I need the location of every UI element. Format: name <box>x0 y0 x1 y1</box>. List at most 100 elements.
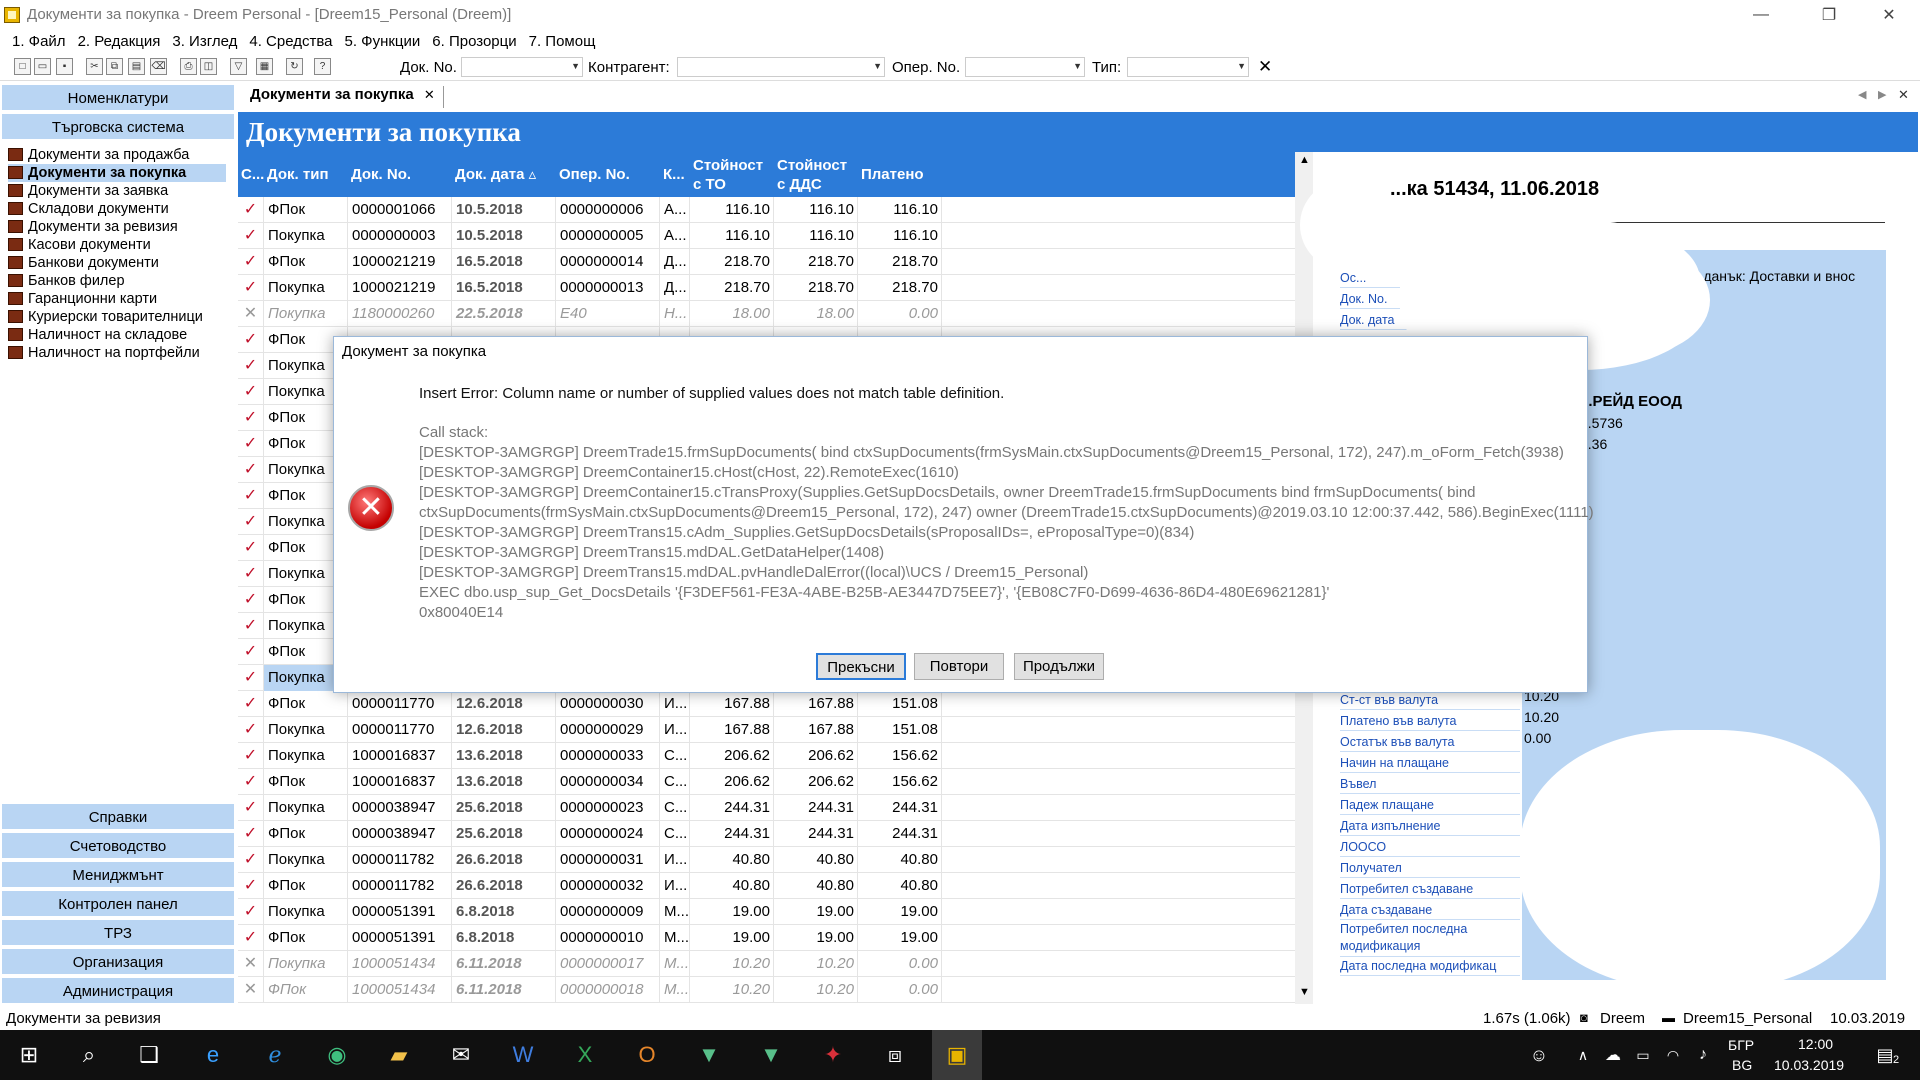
notifications-icon[interactable]: ▤ <box>1860 1030 1910 1080</box>
nav-administration[interactable]: Администрация <box>2 978 234 1005</box>
table-row[interactable]: ✓ ФПок 0000011770 12.6.2018 0000000030 И... 16… <box>238 691 1295 717</box>
table-row[interactable]: ✕ Покупка 1180000260 22.5.2018 E40 Н... 18.00 1… <box>238 301 1295 327</box>
print-icon[interactable]: ⎙ <box>180 58 197 75</box>
menu-tools[interactable]: 4. Средства <box>249 33 332 50</box>
menu-functions[interactable]: 5. Функции <box>345 33 421 50</box>
people-icon[interactable]: ☺ <box>1514 1030 1564 1080</box>
refresh-icon[interactable]: ↻ <box>286 58 303 75</box>
nav-nomenclatures[interactable]: Номенклатури <box>2 85 234 112</box>
store-icon[interactable]: ⧈ <box>870 1030 920 1080</box>
nav-list-item[interactable]: Наличност на складове <box>8 326 187 344</box>
open-icon[interactable]: ▭ <box>34 58 51 75</box>
language-indicator[interactable]: БГР <box>1728 1037 1754 1053</box>
edge-browser-icon[interactable]: e <box>188 1030 238 1080</box>
nav-accounting[interactable]: Счетоводство <box>2 833 234 860</box>
nav-list-item[interactable]: Банкови документи <box>8 254 159 272</box>
table-row[interactable]: ✓ Покупка 0000011782 26.6.2018 0000000031 И..… <box>238 847 1295 873</box>
table-row[interactable]: ✓ ФПок 1000021219 16.5.2018 0000000014 Д... 21… <box>238 249 1295 275</box>
type-combo[interactable]: ▼ <box>1127 57 1249 77</box>
mail-icon[interactable]: ✉ <box>436 1030 486 1080</box>
tab-close-all-icon[interactable]: ✕ <box>1898 87 1909 103</box>
nav-list-item[interactable]: Документи за заявка <box>8 182 168 200</box>
table-row[interactable]: ✓ Покупка 0000038947 25.6.2018 0000000023 С..… <box>238 795 1295 821</box>
nav-payroll[interactable]: ТРЗ <box>2 920 234 947</box>
app-shortcut-icon[interactable]: ▼ <box>684 1030 734 1080</box>
clock-date[interactable]: 10.03.2019 <box>1774 1057 1844 1073</box>
nav-control-panel[interactable]: Контролен панел <box>2 891 234 918</box>
oper-no-combo[interactable]: ▼ <box>965 57 1085 77</box>
app-shortcut-icon[interactable]: ▼ <box>746 1030 796 1080</box>
table-row[interactable]: ✓ ФПок 1000016837 13.6.2018 0000000034 С... 20… <box>238 769 1295 795</box>
nav-organization[interactable]: Организация <box>2 949 234 976</box>
preview-icon[interactable]: ◫ <box>200 58 217 75</box>
col-status[interactable]: С... <box>238 152 264 197</box>
minimize-button[interactable]: — <box>1738 0 1784 30</box>
windows-start-icon[interactable]: ⊞ <box>4 1030 54 1080</box>
col-value-to[interactable]: Стойност с ТО <box>690 152 774 197</box>
abort-button[interactable]: Прекъсни <box>816 653 906 680</box>
new-icon[interactable]: □ <box>14 58 31 75</box>
retry-button[interactable]: Повтори <box>914 653 1004 680</box>
copy-icon[interactable]: ⧉ <box>106 58 123 75</box>
clock-time[interactable]: 12:00 <box>1798 1036 1833 1052</box>
nav-trade-system[interactable]: Търговска система <box>2 114 234 141</box>
nav-list-item[interactable]: Складови документи <box>8 200 169 218</box>
excel-icon[interactable]: X <box>560 1030 610 1080</box>
nav-reports[interactable]: Справки <box>2 804 234 831</box>
nav-list-item[interactable]: Документи за продажба <box>8 146 189 164</box>
table-row[interactable]: ✓ Покупка 0000051391 6.8.2018 0000000009 М...… <box>238 899 1295 925</box>
menu-edit[interactable]: 2. Редакция <box>78 33 161 50</box>
tab-purchase-documents[interactable]: Документи за покупка ✕ <box>250 86 444 108</box>
word-icon[interactable]: W <box>498 1030 548 1080</box>
nav-list-item[interactable]: Гаранционни карти <box>8 290 157 308</box>
scroll-up-icon[interactable]: ▲ <box>1299 154 1310 166</box>
nav-list-item[interactable]: Куриерски товарителници <box>8 308 203 326</box>
app-shortcut-icon[interactable]: ✦ <box>808 1030 858 1080</box>
table-row[interactable]: ✓ ФПок 0000051391 6.8.2018 0000000010 М... 19.… <box>238 925 1295 951</box>
menu-help[interactable]: 7. Помощ <box>529 33 596 50</box>
scroll-down-icon[interactable]: ▼ <box>1299 986 1310 998</box>
delete-icon[interactable]: ⌫ <box>150 58 167 75</box>
col-k[interactable]: К... <box>660 152 690 197</box>
nav-list-item[interactable]: Касови документи <box>8 236 151 254</box>
outlook-icon[interactable]: O <box>622 1030 672 1080</box>
table-row[interactable]: ✓ Покупка 1000016837 13.6.2018 0000000033 С..… <box>238 743 1295 769</box>
restore-button[interactable]: ❐ <box>1806 0 1852 30</box>
table-row[interactable]: ✕ Покупка 1000051434 6.11.2018 0000000017 М..… <box>238 951 1295 977</box>
table-row[interactable]: ✓ Покупка 1000021219 16.5.2018 0000000013 Д..… <box>238 275 1295 301</box>
search-icon[interactable]: ⌕ <box>64 1030 114 1080</box>
help-icon[interactable]: ? <box>314 58 331 75</box>
table-row[interactable]: ✕ ФПок 1000051434 6.11.2018 0000000018 М... 10… <box>238 977 1295 1003</box>
menu-view[interactable]: 3. Изглед <box>172 33 237 50</box>
col-paid[interactable]: Платено <box>858 152 942 197</box>
tab-scroll-right-icon[interactable]: ▶ <box>1878 88 1886 101</box>
close-button[interactable]: ✕ <box>1866 0 1912 30</box>
file-explorer-icon[interactable]: ▰ <box>374 1030 424 1080</box>
clear-filter-icon[interactable]: ✕ <box>1258 57 1272 77</box>
dreem-app-icon[interactable]: ▣ <box>932 1030 982 1080</box>
save-icon[interactable]: ▪ <box>56 58 73 75</box>
tab-scroll-left-icon[interactable]: ◀ <box>1858 88 1866 101</box>
volume-icon[interactable]: ♪ <box>1678 1030 1728 1080</box>
table-row[interactable]: ✓ ФПок 0000001066 10.5.2018 0000000006 А... 11… <box>238 197 1295 223</box>
nav-management[interactable]: Мениджмънт <box>2 862 234 889</box>
tab-close-icon[interactable]: ✕ <box>424 87 435 102</box>
menu-file[interactable]: 1. Файл <box>12 33 66 50</box>
nav-list-item[interactable]: Наличност на портфейли <box>8 344 200 362</box>
col-doc-no[interactable]: Док. No. <box>348 152 452 197</box>
table-row[interactable]: ✓ ФПок 0000011782 26.6.2018 0000000032 И... 40… <box>238 873 1295 899</box>
app-shortcut-icon[interactable]: ◉ <box>312 1030 362 1080</box>
nav-list-item[interactable]: Банков филер <box>8 272 125 290</box>
col-doc-date[interactable]: Док. дата ▵ <box>452 152 556 197</box>
table-row[interactable]: ✓ ФПок 0000038947 25.6.2018 0000000024 С... 24… <box>238 821 1295 847</box>
nav-list-item[interactable]: Документи за ревизия <box>8 218 178 236</box>
grid-icon[interactable]: ▦ <box>256 58 273 75</box>
language-code[interactable]: BG <box>1732 1057 1752 1073</box>
table-row[interactable]: ✓ Покупка 0000011770 12.6.2018 0000000029 И..… <box>238 717 1295 743</box>
table-row[interactable]: ✓ Покупка 0000000003 10.5.2018 0000000005 А..… <box>238 223 1295 249</box>
internet-explorer-icon[interactable]: ℯ <box>250 1030 300 1080</box>
filter-icon[interactable]: ▽ <box>230 58 247 75</box>
doc-no-combo[interactable]: ▼ <box>461 57 583 77</box>
col-oper-no[interactable]: Опер. No. <box>556 152 660 197</box>
continue-button[interactable]: Продължи <box>1014 653 1104 680</box>
